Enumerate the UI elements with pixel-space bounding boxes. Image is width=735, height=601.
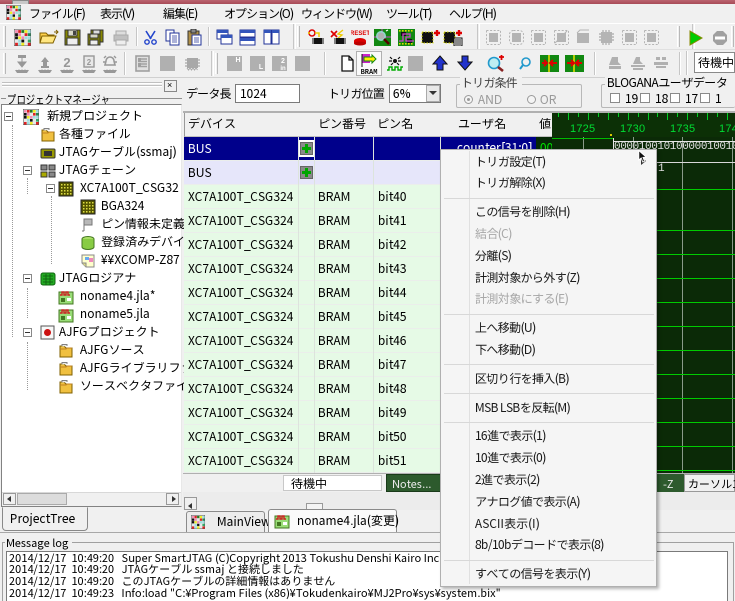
svg-text:2: 2 [281,58,285,65]
svg-text:L: L [259,64,264,71]
svg-text:2: 2 [87,58,92,67]
svg-text:in: in [280,66,286,72]
svg-text:2: 2 [63,55,70,70]
svg-text:RESET: RESET [351,31,369,37]
svg-text:H: H [235,57,240,64]
svg-text:BRAM: BRAM [361,69,378,75]
